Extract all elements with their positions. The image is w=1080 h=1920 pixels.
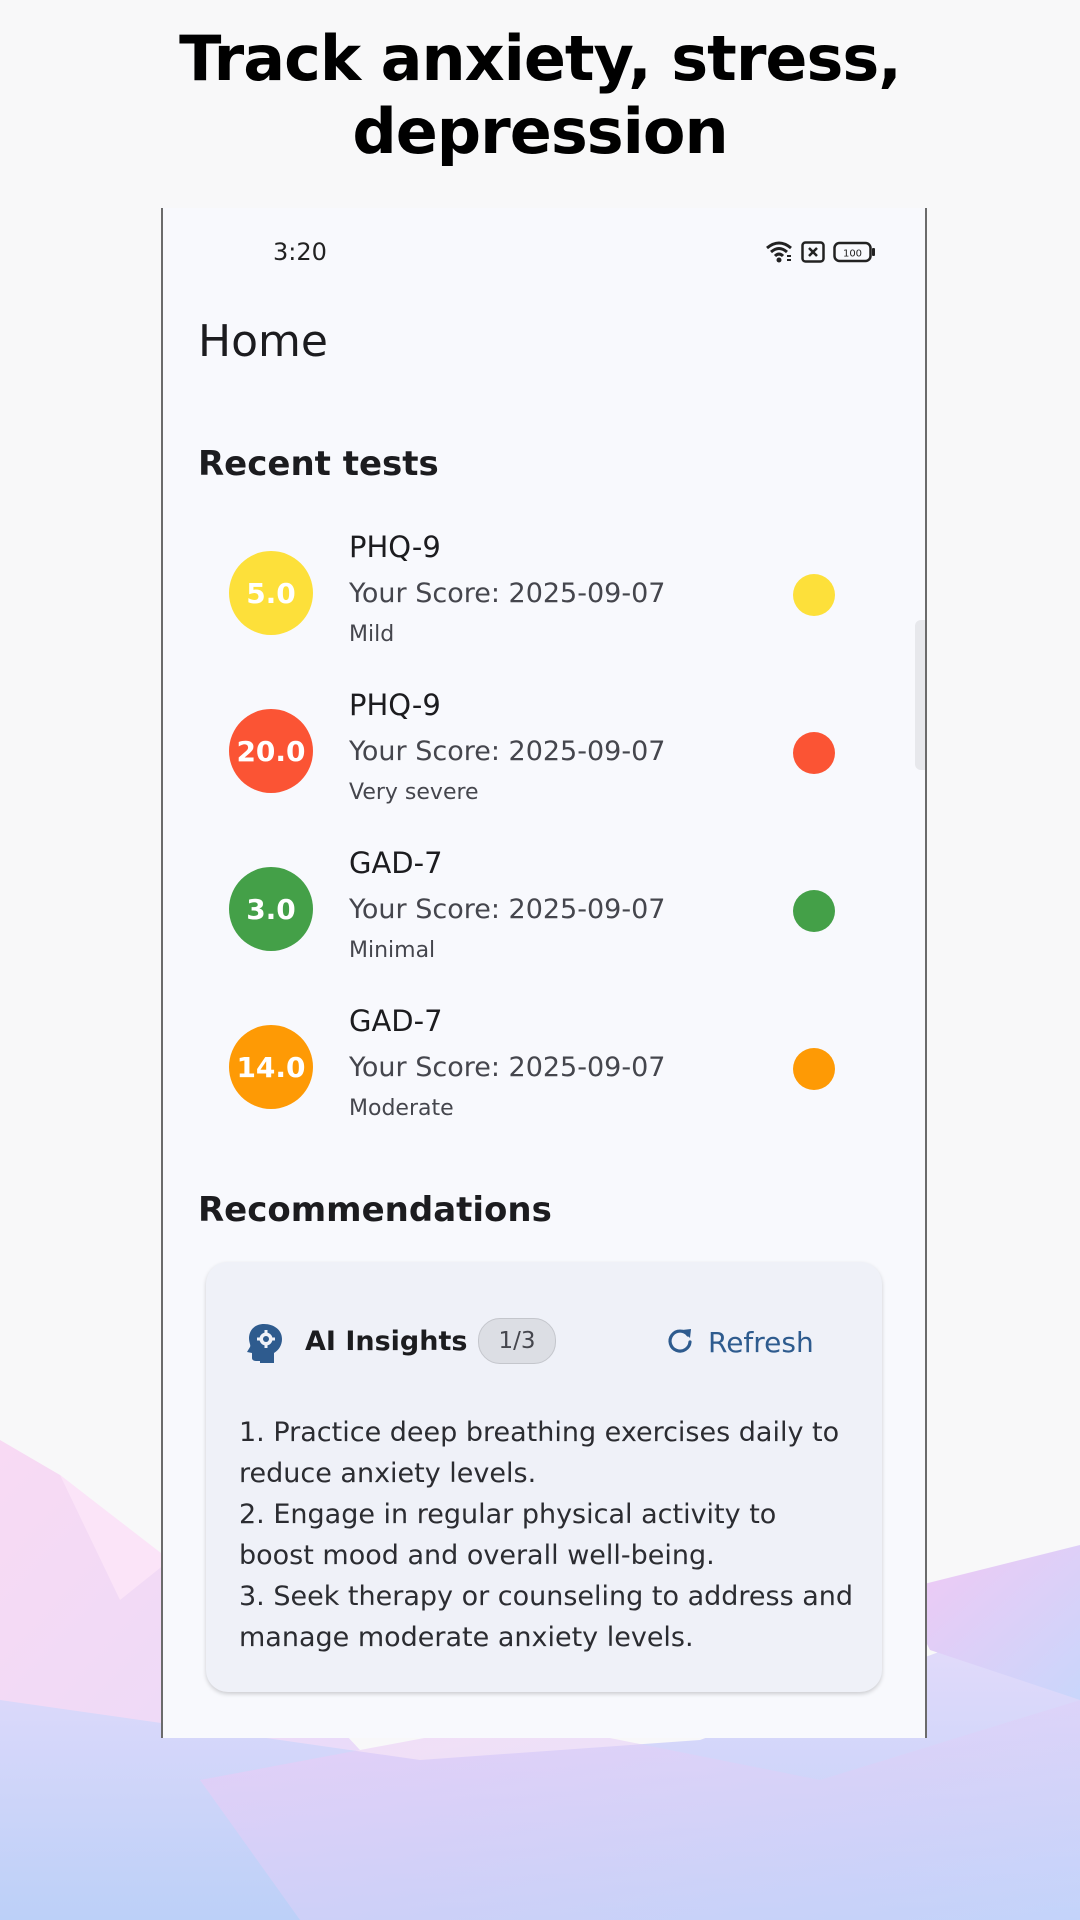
refresh-icon: [666, 1326, 694, 1359]
score-badge: 5.0: [229, 551, 313, 635]
page-counter-badge: 1/3: [478, 1318, 556, 1364]
severity-dot: [793, 890, 835, 932]
headline: Track anxiety, stress, depression: [179, 22, 902, 168]
test-score-date: Your Score: 2025-09-07: [349, 736, 666, 767]
test-row[interactable]: 3.0 GAD-7 Your Score: 2025-09-07 Minimal: [163, 844, 925, 994]
card-header: AI Insights 1/3 Refresh: [246, 1318, 846, 1368]
recommendation-item: 1. Practice deep breathing exercises dai…: [239, 1417, 840, 1489]
score-badge: 14.0: [229, 1025, 313, 1109]
test-row[interactable]: 14.0 GAD-7 Your Score: 2025-09-07 Modera…: [163, 1002, 925, 1152]
test-name: GAD-7: [349, 1004, 443, 1038]
score-badge: 3.0: [229, 867, 313, 951]
refresh-label: Refresh: [708, 1325, 814, 1359]
battery-icon: 100: [833, 241, 877, 268]
phone-screen: 3:20 100 Home Recent tests 5.0 PHQ-9 You…: [161, 208, 927, 1738]
test-score-date: Your Score: 2025-09-07: [349, 894, 666, 925]
head-gear-icon: [246, 1322, 286, 1369]
test-severity: Mild: [349, 622, 395, 647]
status-time: 3:20: [273, 238, 327, 266]
battery-label: 100: [843, 249, 862, 260]
test-score-date: Your Score: 2025-09-07: [349, 1052, 666, 1083]
ai-insights-label: AI Insights: [305, 1326, 468, 1357]
recommendations-title: Recommendations: [198, 1190, 552, 1230]
test-row[interactable]: 5.0 PHQ-9 Your Score: 2025-09-07 Mild: [163, 528, 925, 678]
status-bar: 3:20 100: [163, 238, 925, 274]
test-score-date: Your Score: 2025-09-07: [349, 578, 666, 609]
refresh-button[interactable]: Refresh: [666, 1318, 814, 1366]
test-severity: Moderate: [349, 1096, 454, 1121]
test-severity: Very severe: [349, 780, 479, 805]
notification-icon: [801, 241, 825, 268]
severity-dot: [793, 1048, 835, 1090]
recommendation-item: 3. Seek therapy or counseling to address…: [239, 1581, 854, 1653]
score-badge: 20.0: [229, 709, 313, 793]
severity-dot: [793, 732, 835, 774]
test-name: PHQ-9: [349, 688, 441, 722]
recommendation-item: 2. Engage in regular physical activity t…: [239, 1499, 777, 1571]
ai-insights-card: AI Insights 1/3 Refresh 1. Practice deep…: [206, 1262, 882, 1692]
recommendation-list: 1. Practice deep breathing exercises dai…: [239, 1412, 859, 1658]
test-name: PHQ-9: [349, 530, 441, 564]
wifi-icon: [765, 240, 793, 269]
page-title: Home: [198, 316, 328, 367]
test-name: GAD-7: [349, 846, 443, 880]
status-icons: 100: [765, 240, 877, 269]
test-severity: Minimal: [349, 938, 436, 963]
recent-tests-title: Recent tests: [198, 444, 439, 484]
severity-dot: [793, 574, 835, 616]
test-row[interactable]: 20.0 PHQ-9 Your Score: 2025-09-07 Very s…: [163, 686, 925, 836]
